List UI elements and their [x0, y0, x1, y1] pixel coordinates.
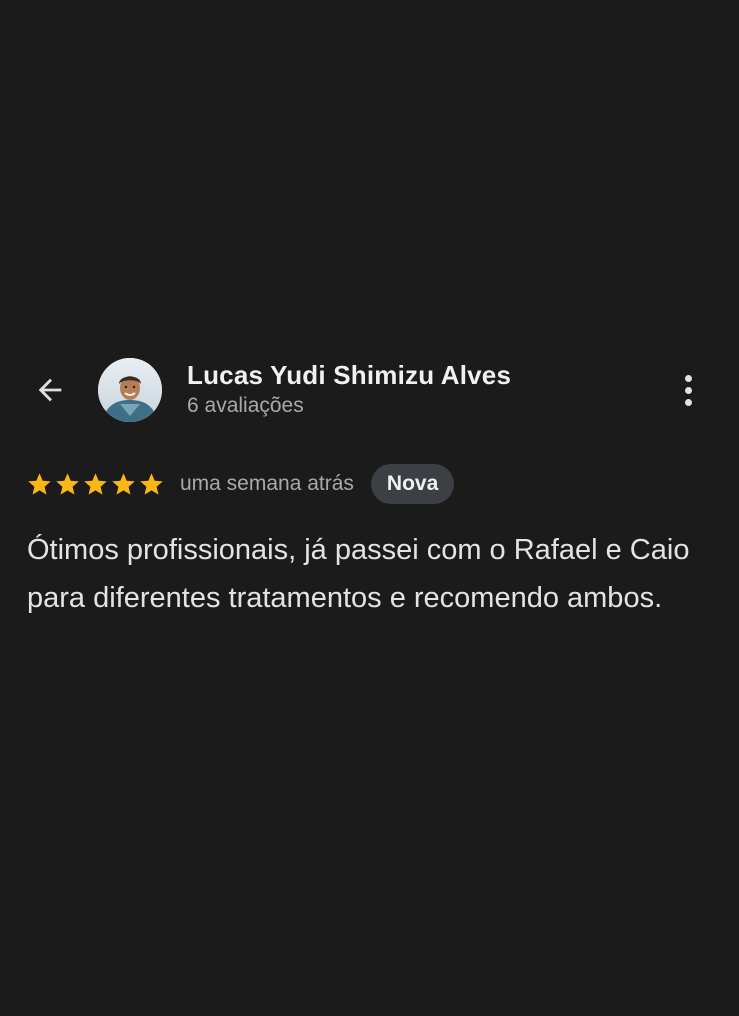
review-text: Ótimos profissionais, já passei com o Ra…: [27, 534, 690, 614]
rating-row: uma semana atrás Nova: [26, 462, 455, 506]
review-header: Lucas Yudi Shimizu Alves 6 avaliações: [0, 350, 739, 430]
star-icon: [140, 472, 163, 495]
more-vert-icon-dot: [684, 386, 692, 394]
more-options-button[interactable]: [670, 368, 706, 412]
more-vert-icon: [684, 374, 692, 382]
review-time: uma semana atrás: [180, 472, 354, 495]
reviewer-name[interactable]: Lucas Yudi Shimizu Alves: [187, 360, 511, 391]
avatar[interactable]: [98, 358, 162, 422]
arrow-left-icon: [38, 378, 62, 402]
avatar-photo: [98, 358, 162, 422]
star-icon: [56, 472, 79, 495]
new-badge: Nova: [370, 464, 455, 504]
star-icon: [112, 472, 135, 495]
star-icon: [84, 472, 107, 495]
star-icon: [28, 472, 51, 495]
more-vert-icon-dot: [684, 398, 692, 406]
reviewer-review-count: 6 avaliações: [187, 394, 304, 417]
back-button[interactable]: [28, 370, 72, 410]
star-rating: [26, 471, 165, 498]
